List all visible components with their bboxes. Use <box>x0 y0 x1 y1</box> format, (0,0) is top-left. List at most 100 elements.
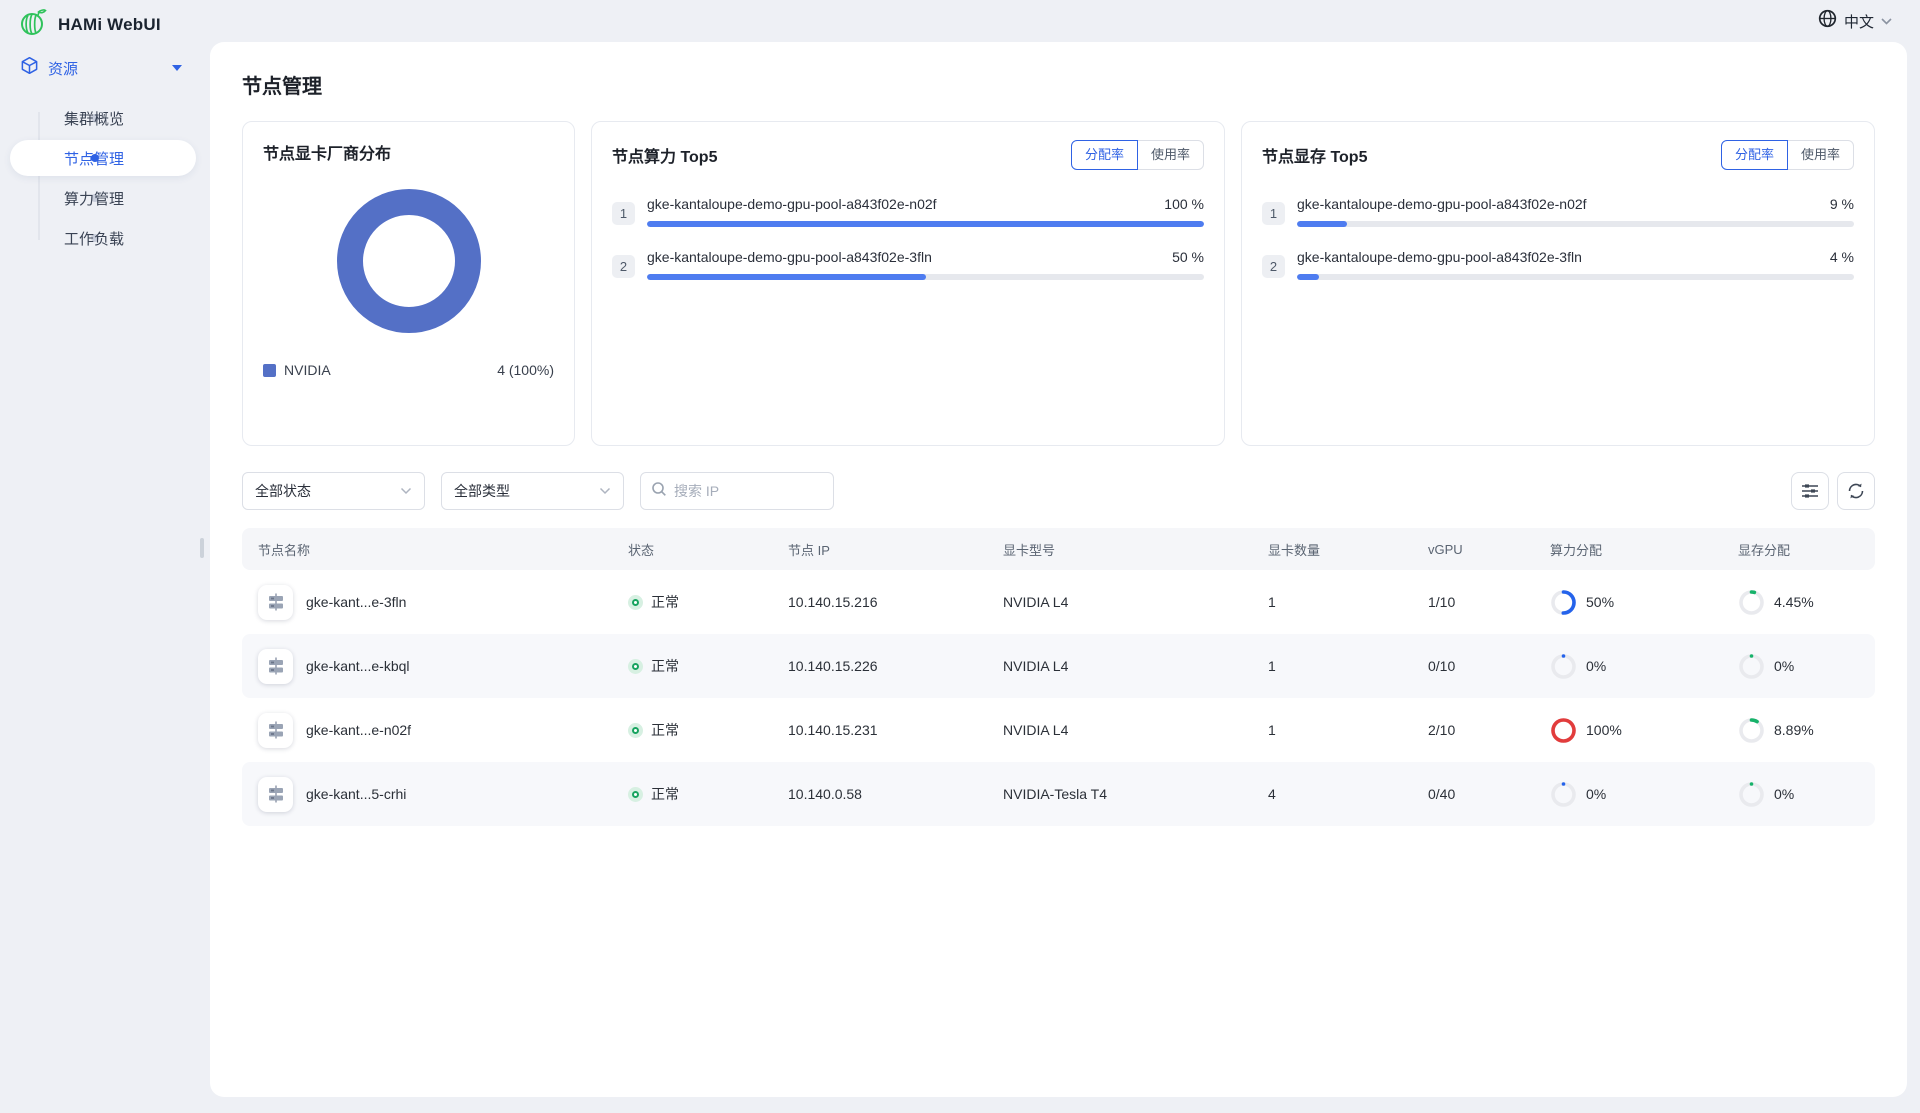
refresh-button[interactable] <box>1837 472 1875 510</box>
progress-track <box>1297 221 1854 227</box>
node-name: gke-kant...5-crhi <box>306 786 406 802</box>
node-value: 100 % <box>1164 196 1204 212</box>
status-ok-icon <box>628 723 643 738</box>
compute-allocation-value: 0% <box>1586 786 1606 802</box>
page-title: 节点管理 <box>242 70 1885 99</box>
status-badge: 正常 <box>651 656 679 676</box>
col-vgpu: vGPU <box>1412 542 1534 557</box>
memory-allocation-ring <box>1738 781 1765 808</box>
hami-logo-icon <box>18 7 48 42</box>
table-row[interactable]: gke-kant...e-3fln 正常 10.140.15.216 NVIDI… <box>242 570 1875 634</box>
type-filter-select[interactable]: 全部类型 <box>441 472 624 510</box>
node-ip: 10.140.15.231 <box>772 722 987 738</box>
rank-badge: 1 <box>612 202 635 225</box>
compute-top5-list: 1 gke-kantaloupe-demo-gpu-pool-a843f02e-… <box>612 196 1204 280</box>
chevron-down-icon <box>599 487 611 495</box>
compute-toggle-usage[interactable]: 使用率 <box>1137 140 1204 170</box>
progress-fill <box>1297 274 1319 280</box>
status-ok-icon <box>628 659 643 674</box>
language-selector[interactable]: 中文 <box>1818 9 1892 33</box>
list-item: 2 gke-kantaloupe-demo-gpu-pool-a843f02e-… <box>1262 249 1854 280</box>
compute-allocation-value: 100% <box>1586 722 1622 738</box>
col-memory-allocation: 显存分配 <box>1722 540 1875 559</box>
sidebar-item-compute-management[interactable]: 算力管理 <box>0 178 210 218</box>
compute-toggle-allocation[interactable]: 分配率 <box>1071 140 1138 170</box>
column-settings-icon <box>1801 483 1819 499</box>
node-name: gke-kantaloupe-demo-gpu-pool-a843f02e-n0… <box>647 196 937 212</box>
node-ip: 10.140.15.226 <box>772 658 987 674</box>
node-name: gke-kant...e-kbql <box>306 658 410 674</box>
vendor-distribution-card: 节点显卡厂商分布 NVIDIA 4 (100%) <box>242 121 575 446</box>
panel-resize-handle[interactable] <box>200 538 204 558</box>
compute-allocation-ring <box>1550 781 1577 808</box>
node-icon <box>258 649 293 684</box>
memory-allocation-value: 0% <box>1774 658 1794 674</box>
compute-allocation-value: 50% <box>1586 594 1614 610</box>
memory-allocation-ring <box>1738 717 1765 744</box>
memory-allocation-value: 0% <box>1774 786 1794 802</box>
status-ok-icon <box>628 787 643 802</box>
list-item: 1 gke-kantaloupe-demo-gpu-pool-a843f02e-… <box>612 196 1204 227</box>
table-row[interactable]: gke-kant...e-n02f 正常 10.140.15.231 NVIDI… <box>242 698 1875 762</box>
gpu-model: NVIDIA L4 <box>987 722 1252 738</box>
col-gpu-model: 显卡型号 <box>987 540 1252 559</box>
refresh-icon <box>1847 482 1865 500</box>
table-row[interactable]: gke-kant...5-crhi 正常 10.140.0.58 NVIDIA-… <box>242 762 1875 826</box>
status-filter-value: 全部状态 <box>255 481 311 501</box>
gpu-count: 1 <box>1252 594 1412 610</box>
col-status: 状态 <box>612 540 772 559</box>
compute-allocation-ring <box>1550 589 1577 616</box>
list-item: 1 gke-kantaloupe-demo-gpu-pool-a843f02e-… <box>1262 196 1854 227</box>
compute-allocation-ring <box>1550 653 1577 680</box>
status-filter-select[interactable]: 全部状态 <box>242 472 425 510</box>
ip-search-box <box>640 472 834 510</box>
memory-allocation-ring <box>1738 653 1765 680</box>
node-icon <box>258 585 293 620</box>
sidebar-item-node-management[interactable]: 节点管理 <box>0 138 210 178</box>
globe-icon <box>1818 9 1837 33</box>
memory-toggle-usage[interactable]: 使用率 <box>1787 140 1854 170</box>
search-icon <box>651 481 667 502</box>
chevron-down-icon <box>400 487 412 495</box>
progress-track <box>647 274 1204 280</box>
col-compute-allocation: 算力分配 <box>1534 540 1722 559</box>
sidebar-item-workloads[interactable]: 工作负载 <box>0 218 210 258</box>
table-row[interactable]: gke-kant...e-kbql 正常 10.140.15.226 NVIDI… <box>242 634 1875 698</box>
compute-top5-card: 节点算力 Top5 分配率 使用率 1 gke-kantaloupe-demo-… <box>591 121 1225 446</box>
node-value: 50 % <box>1172 249 1204 265</box>
gpu-model: NVIDIA L4 <box>987 594 1252 610</box>
node-icon <box>258 713 293 748</box>
vendor-donut-chart <box>263 186 554 336</box>
progress-track <box>647 221 1204 227</box>
type-filter-value: 全部类型 <box>454 481 510 501</box>
vendor-card-title: 节点显卡厂商分布 <box>263 140 554 164</box>
sidebar-group-resources[interactable]: 资源 <box>0 42 210 92</box>
node-value: 4 % <box>1830 249 1854 265</box>
col-node-name: 节点名称 <box>242 540 612 559</box>
status-badge: 正常 <box>651 784 679 804</box>
compute-card-title: 节点算力 Top5 <box>612 143 717 167</box>
column-settings-button[interactable] <box>1791 472 1829 510</box>
node-name: gke-kantaloupe-demo-gpu-pool-a843f02e-3f… <box>1297 249 1582 265</box>
sidebar-item-cluster-overview[interactable]: 集群概览 <box>0 98 210 138</box>
ip-search-input[interactable] <box>674 483 823 499</box>
col-gpu-count: 显卡数量 <box>1252 540 1412 559</box>
main-panel: 节点管理 节点显卡厂商分布 NVIDIA 4 (100%) 节点算力 Top5 … <box>210 42 1907 1097</box>
node-name: gke-kantaloupe-demo-gpu-pool-a843f02e-3f… <box>647 249 932 265</box>
status-badge: 正常 <box>651 592 679 612</box>
vgpu-ratio: 0/10 <box>1412 658 1534 674</box>
gpu-model: NVIDIA-Tesla T4 <box>987 786 1252 802</box>
node-value: 9 % <box>1830 196 1854 212</box>
list-item: 2 gke-kantaloupe-demo-gpu-pool-a843f02e-… <box>612 249 1204 280</box>
legend-label: NVIDIA <box>284 362 331 378</box>
memory-card-title: 节点显存 Top5 <box>1262 143 1367 167</box>
compute-allocation-value: 0% <box>1586 658 1606 674</box>
node-name: gke-kant...e-3fln <box>306 594 406 610</box>
cube-icon <box>20 56 39 80</box>
memory-toggle-allocation[interactable]: 分配率 <box>1721 140 1788 170</box>
memory-allocation-value: 8.89% <box>1774 722 1814 738</box>
status-badge: 正常 <box>651 720 679 740</box>
vgpu-ratio: 0/40 <box>1412 786 1534 802</box>
rank-badge: 1 <box>1262 202 1285 225</box>
progress-track <box>1297 274 1854 280</box>
